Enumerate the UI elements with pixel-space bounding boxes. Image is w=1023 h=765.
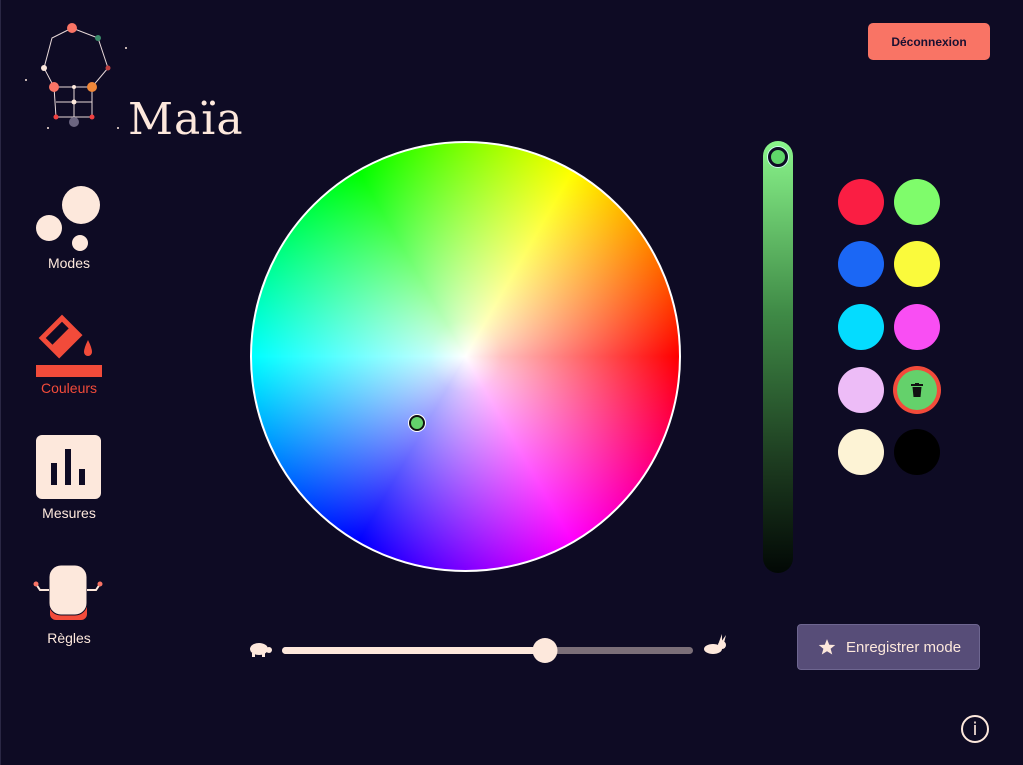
color-swatch[interactable] [894,304,940,350]
rabbit-icon [704,634,726,654]
logout-button[interactable]: Déconnexion [868,23,990,60]
constellation-logo-icon [25,23,127,129]
trash-icon[interactable] [911,383,923,397]
nav-label-modes: Modes [47,255,91,271]
speed-slider-fill [282,647,546,654]
bubbles-icon [20,185,118,255]
color-swatch[interactable] [897,370,937,410]
brightness-slider[interactable] [763,141,793,573]
nav-label-mesures: Mesures [42,505,96,521]
color-swatch[interactable] [894,179,940,225]
nav-item-modes[interactable]: Modes [20,185,118,271]
speed-slider[interactable] [282,638,693,663]
nav-item-mesures[interactable]: Mesures [20,435,118,521]
app-name: Maïa [128,94,244,145]
logo: Maïa [18,18,243,145]
robot-icon [20,560,118,630]
info-icon[interactable]: i [961,715,989,743]
paint-bucket-icon [20,310,118,380]
nav-item-couleurs[interactable]: Couleurs [20,310,118,396]
color-swatch[interactable] [894,241,940,287]
star-icon [818,639,836,655]
nav-item-regles[interactable]: Règles [20,560,118,646]
nav-label-regles: Règles [47,630,91,646]
speed-slider-thumb[interactable] [532,638,558,663]
bar-chart-icon [20,435,118,505]
color-swatch[interactable] [838,241,884,287]
color-wheel-disc[interactable] [250,141,681,572]
brightness-slider-thumb[interactable] [768,147,788,167]
save-mode-label: Enregistrer mode [846,638,962,656]
color-swatch[interactable] [838,429,884,475]
nav-label-couleurs: Couleurs [40,380,98,396]
color-swatch[interactable] [838,179,884,225]
color-swatch[interactable] [838,304,884,350]
turtle-icon [250,643,272,657]
color-swatch[interactable] [894,429,940,475]
save-mode-button[interactable]: Enregistrer mode [797,624,980,670]
color-swatch[interactable] [838,367,884,413]
color-wheel[interactable] [250,141,681,572]
color-wheel-cursor[interactable] [409,415,425,431]
